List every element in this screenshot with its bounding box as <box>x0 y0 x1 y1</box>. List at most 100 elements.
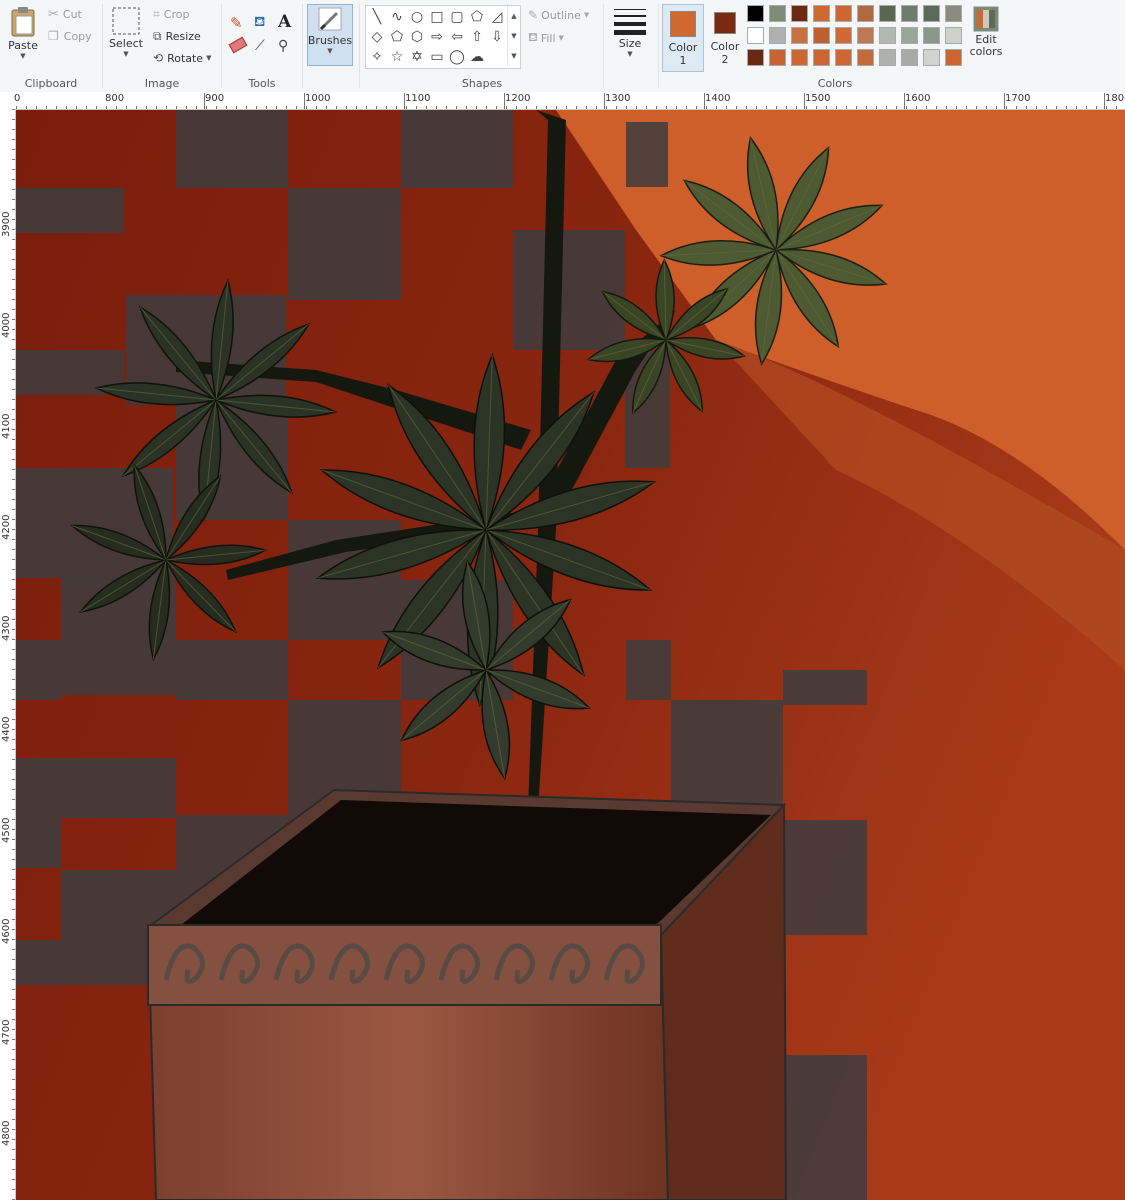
ruler-major-tick <box>704 93 705 109</box>
ruler-tick <box>12 539 15 540</box>
palette-color[interactable] <box>835 27 852 44</box>
cut-button[interactable]: ✂ Cut <box>48 7 82 22</box>
shape-option[interactable]: □ <box>428 8 446 26</box>
palette-color[interactable] <box>945 5 962 22</box>
shape-option[interactable]: ⬠ <box>388 28 406 46</box>
pencil-tool[interactable]: ✎ <box>230 14 243 32</box>
shape-option[interactable]: ⇨ <box>428 28 446 46</box>
shape-option[interactable]: ⇩ <box>488 28 506 46</box>
ruler-tick <box>12 1059 15 1060</box>
shape-option[interactable]: ☆ <box>388 48 406 66</box>
ruler-tick <box>346 106 347 109</box>
divider <box>658 4 659 88</box>
shape-option[interactable]: ◿ <box>488 8 506 26</box>
rotate-label: Rotate <box>167 51 204 65</box>
palette-color[interactable] <box>879 5 896 22</box>
copy-button[interactable]: ❐ Copy <box>48 29 92 43</box>
shape-option[interactable]: ☁ <box>468 48 486 66</box>
shape-option[interactable]: ⬠ <box>468 8 486 26</box>
paste-button[interactable]: Paste ▼ <box>6 6 40 60</box>
shape-option[interactable]: ✡ <box>408 48 426 66</box>
select-button[interactable]: Select ▼ <box>109 6 143 58</box>
palette-color[interactable] <box>835 49 852 66</box>
palette-color[interactable] <box>835 5 852 22</box>
shape-option[interactable]: ⇧ <box>468 28 486 46</box>
fill-tool[interactable]: ⛾ <box>254 14 265 32</box>
palette-color[interactable] <box>945 49 962 66</box>
palette-color[interactable] <box>857 5 874 22</box>
magnifier-tool[interactable]: ⚲ <box>278 38 288 54</box>
palette-color[interactable] <box>747 49 764 66</box>
chevron-up-icon[interactable]: ▲ <box>508 6 520 26</box>
checker-cell <box>16 940 61 985</box>
palette-color[interactable] <box>769 27 786 44</box>
shapes-gallery[interactable]: ╲ ∿ ○ □ ▢ ⬠ ◿ ◇ ⬠ ⬡ ⇨ ⇦ ⇧ ⇩ ✧ ☆ ✡ ▭ ◯ ☁ <box>365 5 521 69</box>
resize-button[interactable]: ⧉ Resize <box>153 29 201 44</box>
color2-selector[interactable]: Color 2 <box>705 4 745 70</box>
color-wheel-icon <box>973 6 999 32</box>
color1-selector[interactable]: Color 1 <box>662 4 704 72</box>
shape-option[interactable]: ╲ <box>368 8 386 26</box>
palette-color[interactable] <box>813 27 830 44</box>
drawing-canvas[interactable] <box>16 110 1125 1200</box>
palette-color[interactable] <box>901 27 918 44</box>
ruler-tick <box>1076 106 1077 109</box>
ruler-tick <box>12 129 15 130</box>
palette-color[interactable] <box>791 49 808 66</box>
palette-color[interactable] <box>901 5 918 22</box>
palette-color[interactable] <box>879 27 896 44</box>
palette-color[interactable] <box>901 49 918 66</box>
palette-color[interactable] <box>923 5 940 22</box>
palette-color[interactable] <box>791 5 808 22</box>
palette-color[interactable] <box>747 27 764 44</box>
ruler-tick <box>12 349 15 350</box>
edit-colors-button[interactable]: Edit colors <box>968 6 1004 58</box>
outline-button[interactable]: ✎ Outline ▼ <box>528 8 589 22</box>
size-button[interactable]: Size ▼ <box>610 6 650 58</box>
shape-option[interactable]: ✧ <box>368 48 386 66</box>
ruler-tick <box>12 719 15 720</box>
palette-color[interactable] <box>857 49 874 66</box>
shape-option[interactable]: ⬡ <box>408 28 426 46</box>
ruler-tick <box>856 106 857 109</box>
shape-option[interactable]: ⇦ <box>448 28 466 46</box>
ruler-tick <box>12 629 15 630</box>
ruler-major-tick <box>1104 93 1105 109</box>
text-tool[interactable]: A <box>278 12 291 32</box>
palette-color[interactable] <box>813 49 830 66</box>
ruler-tick <box>26 106 27 109</box>
shape-option[interactable]: ▢ <box>448 8 466 26</box>
palette-color[interactable] <box>769 5 786 22</box>
color2-swatch <box>714 12 736 34</box>
ruler-tick <box>12 299 15 300</box>
palette-color[interactable] <box>791 27 808 44</box>
expand-icon[interactable]: ▼ <box>508 46 520 66</box>
palette-color[interactable] <box>857 27 874 44</box>
shapes-scroll[interactable]: ▲ ▼ ▼ <box>507 6 520 66</box>
crop-button[interactable]: ⌗ Crop <box>153 7 189 22</box>
fill-button[interactable]: ⛾ Fill ▼ <box>528 30 564 46</box>
palette-color[interactable] <box>879 49 896 66</box>
shape-option[interactable]: ▭ <box>428 48 446 66</box>
shape-option[interactable]: ∿ <box>388 8 406 26</box>
palette-color[interactable] <box>923 49 940 66</box>
palette-color[interactable] <box>747 5 764 22</box>
ruler-tick <box>12 219 15 220</box>
palette-color[interactable] <box>945 27 962 44</box>
palette-color[interactable] <box>769 49 786 66</box>
shape-option[interactable]: ○ <box>408 8 426 26</box>
palette-color[interactable] <box>813 5 830 22</box>
shape-option[interactable]: ◯ <box>448 48 466 66</box>
rotate-button[interactable]: ⟲ Rotate ▼ <box>153 51 211 65</box>
palette-color[interactable] <box>923 27 940 44</box>
ruler-tick <box>866 106 867 109</box>
ruler-tick <box>12 259 15 260</box>
chevron-down-icon[interactable]: ▼ <box>508 26 520 46</box>
shape-option[interactable]: ◇ <box>368 28 386 46</box>
color-picker-icon: ⟋ <box>255 38 265 54</box>
ruler-tick <box>406 106 407 109</box>
color-picker-tool[interactable]: ⟋ <box>255 38 265 54</box>
ruler-major-tick <box>304 93 305 109</box>
eraser-tool[interactable] <box>228 36 248 54</box>
brushes-button[interactable]: Brushes ▼ <box>307 4 353 66</box>
